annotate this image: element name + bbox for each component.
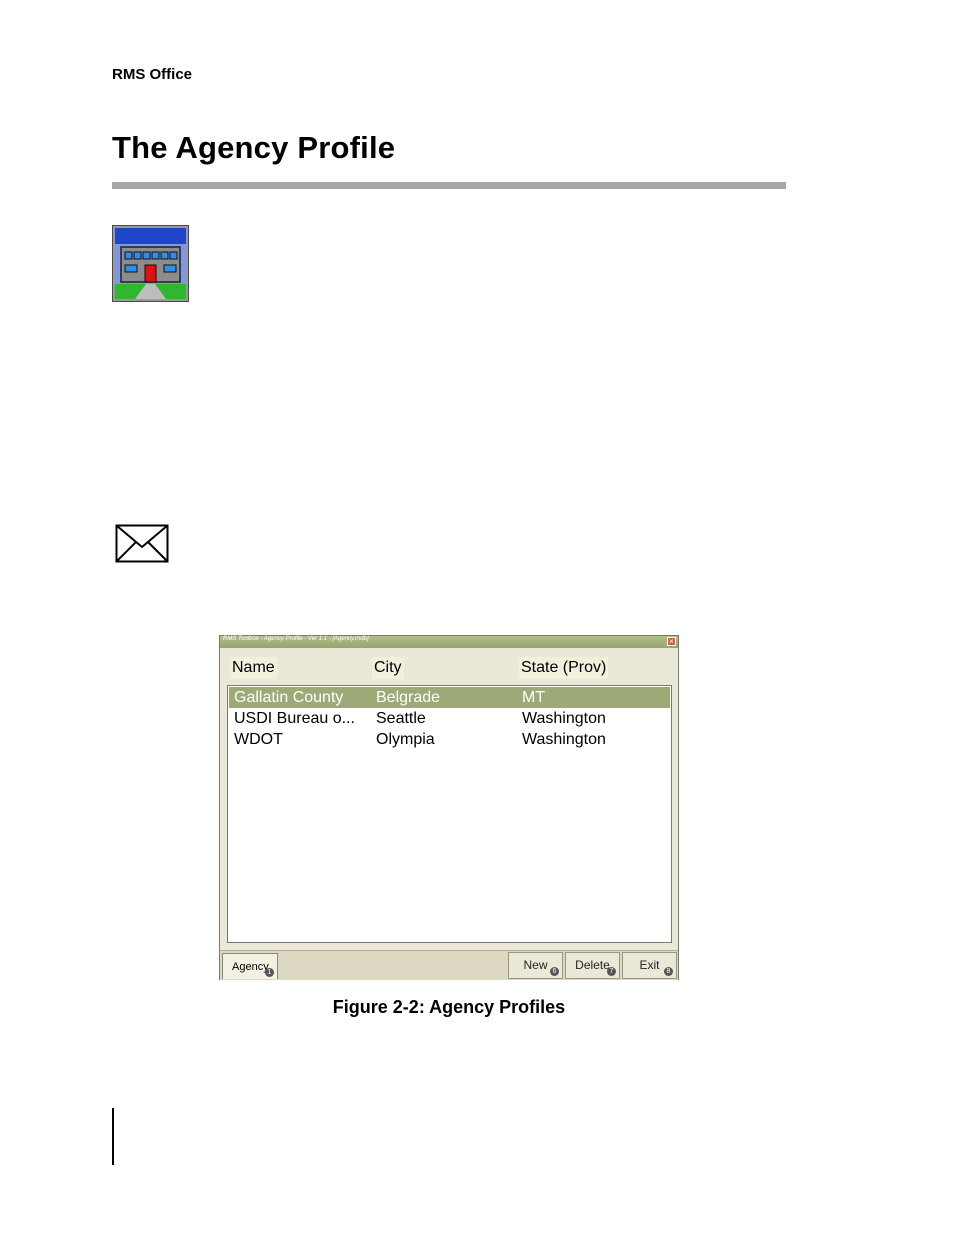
building-icon xyxy=(112,225,189,302)
delete-button-label: Delete xyxy=(575,958,610,972)
figure-caption: Figure 2-2: Agency Profiles xyxy=(332,997,566,1017)
window-title: RMS Toolbox - Agency Profile - Ver 1.1 -… xyxy=(223,636,369,642)
page-title: The Agency Profile xyxy=(112,130,396,165)
agency-list[interactable]: Gallatin County Belgrade MT USDI Bureau … xyxy=(227,685,672,943)
delete-button[interactable]: Delete 7 xyxy=(565,952,620,979)
bottom-toolbar: Agency 1 New 6 Delete 7 Exit 8 xyxy=(220,950,678,980)
envelope-icon xyxy=(115,524,169,563)
hotkey-badge: 8 xyxy=(664,967,673,976)
table-row[interactable]: Gallatin County Belgrade MT xyxy=(229,687,670,708)
exit-button-label: Exit xyxy=(639,958,660,972)
hotkey-badge: 6 xyxy=(550,967,559,976)
tab-agency-label: Agency xyxy=(232,961,269,973)
tab-agency[interactable]: Agency 1 xyxy=(222,953,278,979)
cell-name: USDI Bureau o... xyxy=(234,710,355,727)
window-titlebar[interactable]: RMS Toolbox - Agency Profile - Ver 1.1 -… xyxy=(220,636,678,648)
column-header-name[interactable]: Name xyxy=(230,657,277,679)
new-button-label: New xyxy=(523,958,548,972)
hotkey-badge: 1 xyxy=(265,968,274,977)
title-rule xyxy=(112,182,786,189)
cell-name: Gallatin County xyxy=(234,689,344,706)
hotkey-badge: 7 xyxy=(607,967,616,976)
table-row[interactable]: WDOT Olympia Washington xyxy=(229,729,670,750)
running-header: RMS Office xyxy=(112,66,193,83)
cell-city: Olympia xyxy=(376,731,435,748)
exit-button[interactable]: Exit 8 xyxy=(622,952,677,979)
cell-city: Belgrade xyxy=(376,689,441,706)
column-header-state[interactable]: State (Prov) xyxy=(519,657,609,679)
cell-state: Washington xyxy=(522,731,606,748)
close-icon[interactable]: × xyxy=(667,637,676,646)
margin-rule xyxy=(112,1108,114,1165)
cell-state: MT xyxy=(522,689,546,706)
cell-name: WDOT xyxy=(234,731,283,748)
cell-state: Washington xyxy=(522,710,606,727)
new-button[interactable]: New 6 xyxy=(508,952,563,979)
cell-city: Seattle xyxy=(376,710,426,727)
agency-profile-window: RMS Toolbox - Agency Profile - Ver 1.1 -… xyxy=(219,635,679,980)
table-row[interactable]: USDI Bureau o... Seattle Washington xyxy=(229,708,670,729)
column-header-city[interactable]: City xyxy=(372,657,404,679)
